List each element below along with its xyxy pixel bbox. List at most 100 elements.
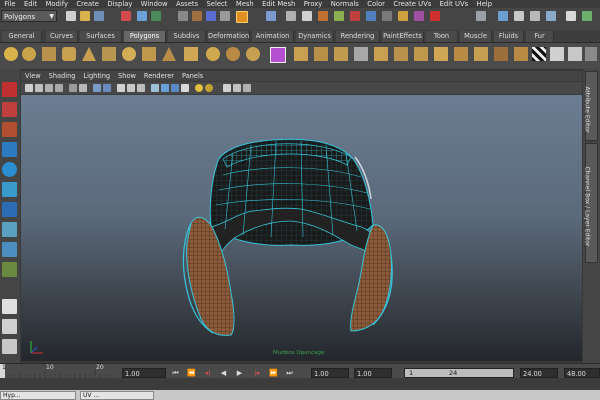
construction-icon[interactable] (286, 11, 296, 21)
append-polygon-icon[interactable] (334, 47, 348, 61)
taskbar-item-uv[interactable]: UV ... (80, 391, 154, 400)
render-settings-icon[interactable] (366, 11, 376, 21)
poly-torus-icon[interactable] (122, 47, 136, 61)
use-default-material-icon[interactable] (161, 84, 169, 92)
shelf-tab-curves[interactable]: Curves (46, 31, 78, 42)
image-plane-icon[interactable] (55, 84, 63, 92)
perspective-viewport[interactable]: Mudbox Opencage (21, 95, 582, 361)
scale-tool-icon[interactable] (2, 182, 17, 197)
menu-color[interactable]: Color (363, 0, 389, 8)
snap-grid-icon[interactable] (178, 11, 188, 21)
four-view-layout-icon[interactable] (2, 319, 17, 334)
planar-mapping-icon[interactable] (494, 47, 508, 61)
menu-file[interactable]: File (0, 0, 20, 8)
go-to-end-button[interactable]: ⏭ (284, 369, 295, 378)
step-forward-frame-button[interactable]: |▸ (252, 369, 263, 378)
animation-end-field[interactable]: 48.00 (564, 368, 600, 378)
menu-select[interactable]: Select (202, 0, 231, 8)
attribute-editor-tab[interactable]: Attribute Editor (584, 71, 598, 141)
shelf-tab-subdivs[interactable]: Subdivs (168, 31, 206, 42)
shelf-tab-toon[interactable]: Toon (426, 31, 458, 42)
insert-edge-loop-icon[interactable] (374, 47, 388, 61)
lasso-icon[interactable] (430, 11, 440, 21)
select-hierarchy-icon[interactable] (121, 11, 131, 21)
range-slider[interactable]: 1 24 (404, 368, 514, 378)
extrude-icon[interactable] (294, 47, 308, 61)
checker-icon[interactable] (532, 47, 546, 61)
snap-plane-icon[interactable] (220, 11, 230, 21)
screen-space-icon[interactable] (243, 84, 251, 92)
paint-icon[interactable] (414, 11, 424, 21)
viewport-menu-shading[interactable]: Shading (45, 71, 80, 81)
open-scene-icon[interactable] (80, 11, 90, 21)
outliner-icon[interactable] (566, 11, 576, 21)
poly-pipe-icon[interactable] (184, 47, 198, 61)
paint-select-icon[interactable] (2, 122, 17, 137)
smooth-shade-icon[interactable] (103, 84, 111, 92)
combine-icon[interactable] (206, 47, 220, 61)
select-tool-icon[interactable] (2, 82, 17, 97)
poly-cube-icon[interactable] (42, 47, 56, 61)
attribute-editor-icon[interactable] (498, 11, 508, 21)
soft-mod-icon[interactable] (2, 222, 17, 237)
default-light-icon[interactable] (205, 84, 213, 92)
ipr-render-icon[interactable] (350, 11, 360, 21)
graph-editor-icon[interactable] (582, 11, 592, 21)
fill-hole-icon[interactable] (474, 47, 488, 61)
render-icon[interactable] (334, 11, 344, 21)
lasso-tool-icon[interactable] (2, 102, 17, 117)
bevel-icon[interactable] (414, 47, 428, 61)
snap-point-icon[interactable] (206, 11, 216, 21)
range-start-field[interactable]: 1.00 (311, 368, 349, 378)
split-polygon-icon[interactable] (354, 47, 368, 61)
help-line-icon[interactable] (302, 11, 312, 21)
move-tool-icon[interactable] (2, 142, 17, 157)
shelf-tab-deformation[interactable]: Deformation (208, 31, 250, 42)
shelf-tab-fluids[interactable]: Fluids (494, 31, 524, 42)
poly-prism-icon[interactable] (142, 47, 156, 61)
step-back-frame-button[interactable]: ◂| (202, 369, 213, 378)
last-tool-icon[interactable] (2, 262, 17, 277)
film-gate-icon[interactable] (79, 84, 87, 92)
viewport-menu-lighting[interactable]: Lighting (79, 71, 114, 81)
textured-icon[interactable] (137, 84, 145, 92)
shelf-menu-icon[interactable] (585, 47, 597, 61)
menu-edit-uvs[interactable]: Edit UVs (435, 0, 472, 8)
poly-cone-icon[interactable] (82, 47, 96, 61)
poly-sphere-icon[interactable] (22, 47, 36, 61)
shelf-tab-muscle[interactable]: Muscle (460, 31, 492, 42)
sidebar-toggle-icon[interactable] (476, 11, 486, 21)
outliner-layout-icon[interactable] (2, 339, 17, 354)
single-perspective-layout-icon[interactable] (2, 299, 17, 314)
wireframe-on-shaded-icon[interactable] (117, 84, 125, 92)
bridge-icon[interactable] (314, 47, 328, 61)
current-frame-field[interactable]: 1.00 (122, 368, 166, 378)
offset-edge-loop-icon[interactable] (394, 47, 408, 61)
lights-icon[interactable] (195, 84, 203, 92)
menu-set-dropdown[interactable]: Polygons ▼ (1, 10, 57, 22)
menu-assets[interactable]: Assets (172, 0, 203, 8)
transfer-attributes-icon[interactable] (568, 47, 582, 61)
high-quality-icon[interactable] (181, 84, 189, 92)
camera-select-icon[interactable] (25, 84, 33, 92)
viewport-menu-renderer[interactable]: Renderer (140, 71, 178, 81)
new-scene-icon[interactable] (66, 11, 76, 21)
live-surface-icon[interactable] (236, 11, 248, 23)
viewport-menu-view[interactable]: View (21, 71, 45, 81)
shelf-tab-dynamics[interactable]: Dynamics (296, 31, 334, 42)
select-object-icon[interactable] (137, 11, 147, 21)
menu-edit-mesh[interactable]: Edit Mesh (258, 0, 300, 8)
go-to-start-button[interactable]: ⏮ (170, 369, 181, 378)
channel-box-icon[interactable] (530, 11, 540, 21)
shelf-tab-animation[interactable]: Animation (252, 31, 294, 42)
input-line-icon[interactable] (398, 11, 408, 21)
viewport-menu-panels[interactable]: Panels (178, 71, 207, 81)
save-scene-icon[interactable] (94, 11, 104, 21)
merge-icon[interactable] (434, 47, 448, 61)
range-end-field[interactable]: 1.00 (354, 368, 392, 378)
settings-gear-icon[interactable] (4, 47, 18, 61)
menu-edit[interactable]: Edit (20, 0, 42, 8)
resolution-gate-icon[interactable] (223, 84, 231, 92)
shelf-tab-painteffects[interactable]: PaintEffects (382, 31, 424, 42)
shelf-tab-surfaces[interactable]: Surfaces (80, 31, 122, 42)
